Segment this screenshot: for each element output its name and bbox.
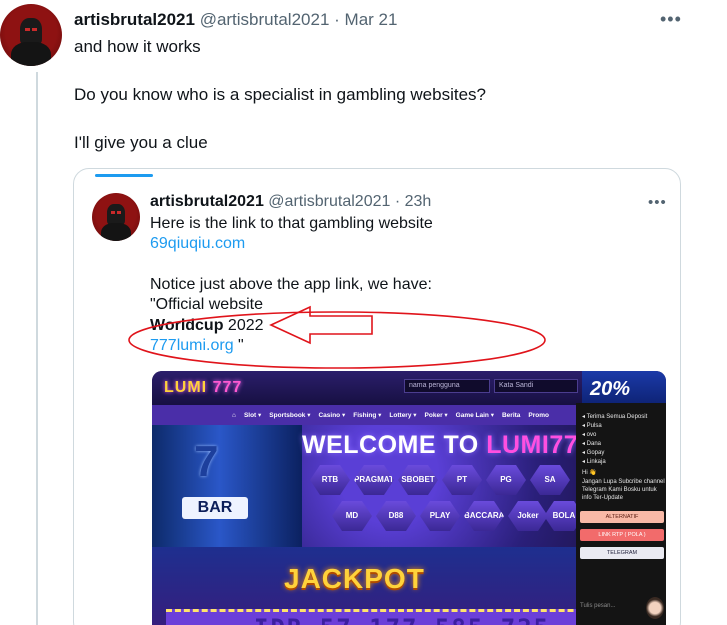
nav-promo: Promo	[528, 411, 550, 419]
site-nav: ⌂ Slot ▾ Sportsbook ▾ Casino ▾ Fishing ▾…	[152, 405, 582, 425]
chat-input: Tulis pesan...	[580, 603, 616, 609]
tweet-date[interactable]: Mar 21	[345, 10, 398, 29]
author-handle[interactable]: @artisbrutal2021	[200, 10, 330, 29]
quote-line-1: Here is the link to that gambling websit…	[150, 215, 433, 232]
nav-slot: Slot ▾	[243, 412, 262, 419]
chat-panel: ◂ Terima Semua Deposit ◂ Pulsa ◂ ovo ◂ D…	[576, 403, 666, 625]
quote-line-2: Notice just above the app link, we have:	[150, 276, 432, 293]
quote-avatar	[92, 193, 140, 241]
embedded-screenshot[interactable]: LUMI 777 nama pengguna Kata Sandi ⌂ Slot…	[152, 371, 666, 625]
quoted-tweet-card[interactable]: artisbrutal2021 @artisbrutal2021 · 23h •…	[73, 168, 681, 625]
quote-link-2[interactable]: 777lumi.org	[150, 337, 234, 354]
jackpot-title: JACKPOT	[284, 563, 425, 594]
quote-author-name: artisbrutal2021	[150, 193, 264, 210]
provider-logos: RTB PRAGMATIC SBOBET PT PG SA MD D88 PLA…	[310, 463, 584, 543]
author-name[interactable]: artisbrutal2021	[74, 10, 195, 29]
home-icon: ⌂	[232, 411, 236, 419]
tweet-line-1: and how it works	[74, 37, 201, 56]
closing-quote: "	[233, 337, 244, 354]
tweet-line-2: Do you know who is a specialist in gambl…	[74, 85, 486, 104]
quote-header: artisbrutal2021 @artisbrutal2021 · 23h	[150, 193, 431, 211]
separator-dot: ·	[394, 193, 401, 210]
slot-machine-graphic: 7 BAR	[152, 425, 302, 547]
welcome-banner: WELCOME TO LUMI777	[302, 431, 593, 459]
username-input: nama pengguna	[404, 379, 490, 393]
chat-avatar	[646, 597, 664, 619]
nav-lottery: Lottery ▾	[389, 412, 417, 419]
nav-game-lain: Game Lain ▾	[455, 412, 494, 419]
site-banner: 7 BAR WELCOME TO LUMI777 RTB PRAGMATIC S…	[152, 425, 592, 547]
avatar[interactable]	[0, 4, 62, 66]
thread-line	[36, 72, 38, 625]
nav-fishing: Fishing ▾	[353, 412, 382, 419]
link-rtp-button: LINK RTP ( POLA )	[580, 529, 664, 541]
nav-poker: Poker ▾	[424, 412, 448, 419]
more-horizontal-icon[interactable]: •••	[660, 10, 682, 28]
quote-author-handle: @artisbrutal2021	[268, 193, 391, 210]
telegram-button: TELEGRAM	[580, 547, 664, 559]
site-logo: LUMI 777	[164, 379, 243, 396]
tweet-header: artisbrutal2021 @artisbrutal2021 · Mar 2…	[74, 10, 397, 30]
quote-link-1[interactable]: 69qiuqiu.com	[150, 235, 245, 253]
year-text: 2022	[223, 317, 264, 334]
tweet-line-3: I'll give you a clue	[74, 133, 208, 152]
jackpot-section: JACKPOT IDR 57,177,585,725	[152, 547, 636, 625]
quote-line-3: "Official website	[150, 296, 263, 313]
quote-time: 23h	[404, 193, 432, 210]
nav-berita: Berita	[501, 411, 521, 419]
nav-casino: Casino ▾	[318, 412, 346, 419]
red-arrow-icon	[269, 305, 373, 345]
jackpot-counter: IDR 57,177,585,725	[166, 609, 636, 625]
nav-sportsbook: Sportsbook ▾	[269, 412, 311, 419]
site-header: LUMI 777 nama pengguna Kata Sandi	[152, 371, 582, 405]
quote-line-4: Worldcup 2022	[150, 317, 264, 335]
thread-accent-bar	[95, 174, 153, 177]
worldcup-bold: Worldcup	[150, 317, 224, 334]
more-horizontal-icon[interactable]: •••	[648, 195, 667, 210]
alternatif-button: ALTERNATIF	[580, 511, 664, 523]
separator-dot: ·	[334, 10, 340, 29]
password-input: Kata Sandi	[494, 379, 578, 393]
quote-line-5: 777lumi.org "	[150, 337, 244, 355]
